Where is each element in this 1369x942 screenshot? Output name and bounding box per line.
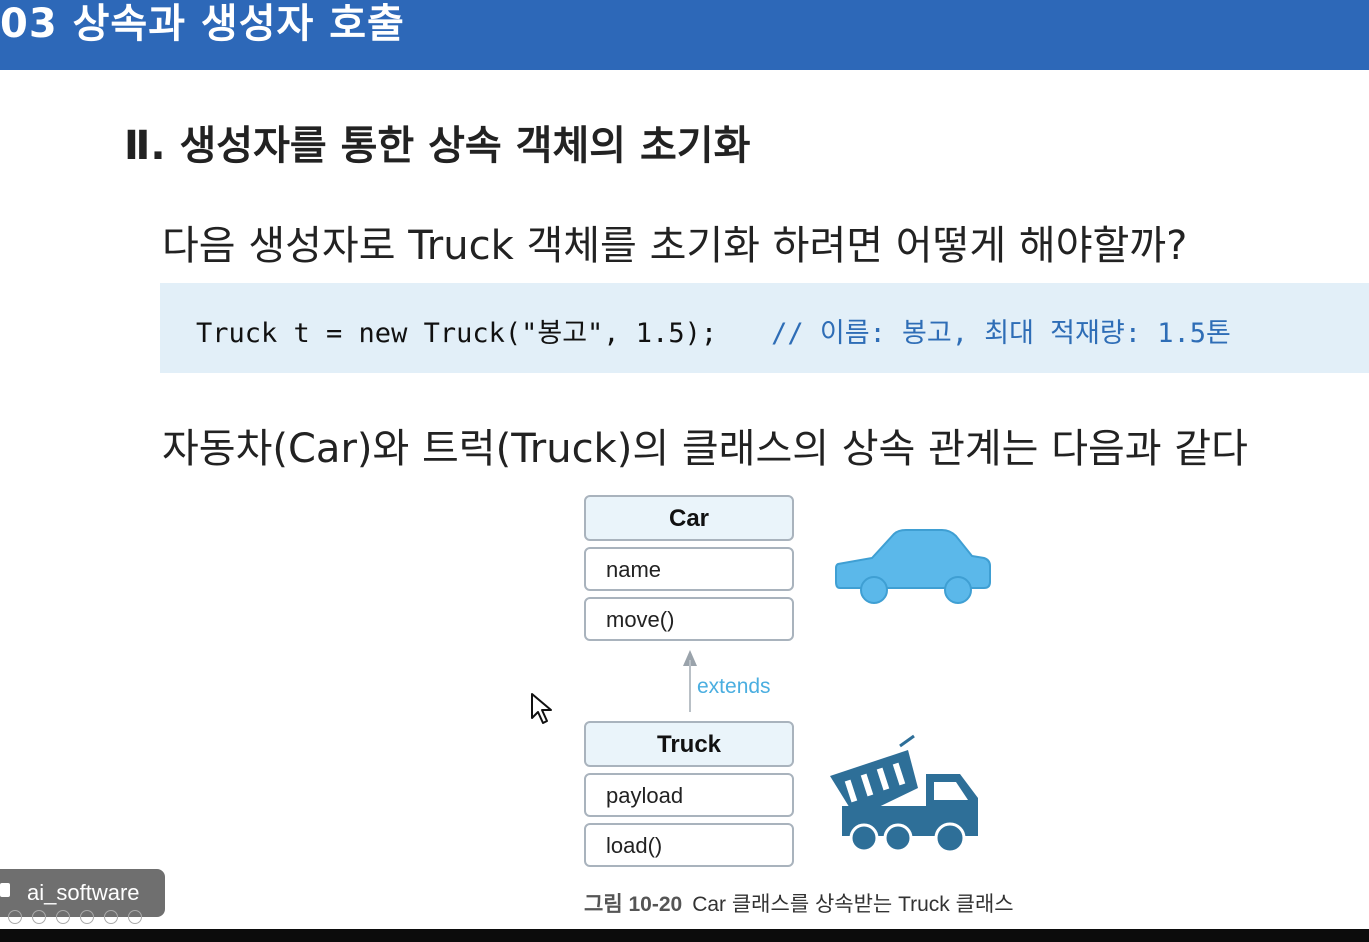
presenter-tag: ai_software <box>0 869 165 924</box>
inheritance-statement: 자동차(Car)와 트럭(Truck)의 클래스의 상속 관계는 다음과 같다 <box>162 426 1248 472</box>
figure-caption-text: Car 클래스를 상속받는 Truck 클래스 <box>692 893 1014 916</box>
dump-truck-icon <box>830 734 978 854</box>
control-icon[interactable] <box>8 910 22 924</box>
slide-header: 03 상속과 생성자 호출 <box>0 0 1369 70</box>
control-icon[interactable] <box>104 910 118 924</box>
figure-number: 그림 10-20 <box>584 893 683 916</box>
presenter-name: ai_software <box>27 880 140 905</box>
truck-class-field: payload <box>584 773 794 817</box>
truck-class-header: Truck <box>584 721 794 767</box>
control-icon[interactable] <box>56 910 70 924</box>
extends-label: extends <box>697 675 771 698</box>
code-comment: // 이름: 봉고, 최대 적재량: 1.5톤 <box>771 318 1231 349</box>
question-text: 다음 생성자로 Truck 객체를 초기화 하려면 어떻게 해야할까? <box>162 223 1188 269</box>
presenter-icon <box>0 883 10 897</box>
section-title: Ⅱ. 생성자를 통한 상속 객체의 초기화 <box>124 123 751 169</box>
mouse-pointer-icon <box>531 693 552 724</box>
extends-arrow-line <box>689 660 691 712</box>
car-class-header: Car <box>584 495 794 541</box>
slide-header-title: 03 상속과 생성자 호출 <box>0 1 405 47</box>
control-icon[interactable] <box>80 910 94 924</box>
car-icon <box>835 529 991 604</box>
presenter-controls[interactable] <box>8 909 152 925</box>
code-block: Truck t = new Truck("봉고", 1.5); // 이름: 봉고… <box>160 283 1369 373</box>
code-statement: Truck t = new Truck("봉고", 1.5); <box>196 318 718 349</box>
figure-caption: 그림 10-20 Car 클래스를 상속받는 Truck 클래스 <box>584 888 1014 918</box>
taskbar-strip <box>0 929 1369 942</box>
code-line: Truck t = new Truck("봉고", 1.5); // 이름: 봉고… <box>196 311 1231 350</box>
control-icon[interactable] <box>128 910 142 924</box>
truck-class-method: load() <box>584 823 794 867</box>
car-class-method: move() <box>584 597 794 641</box>
control-icon[interactable] <box>32 910 46 924</box>
car-class-field: name <box>584 547 794 591</box>
